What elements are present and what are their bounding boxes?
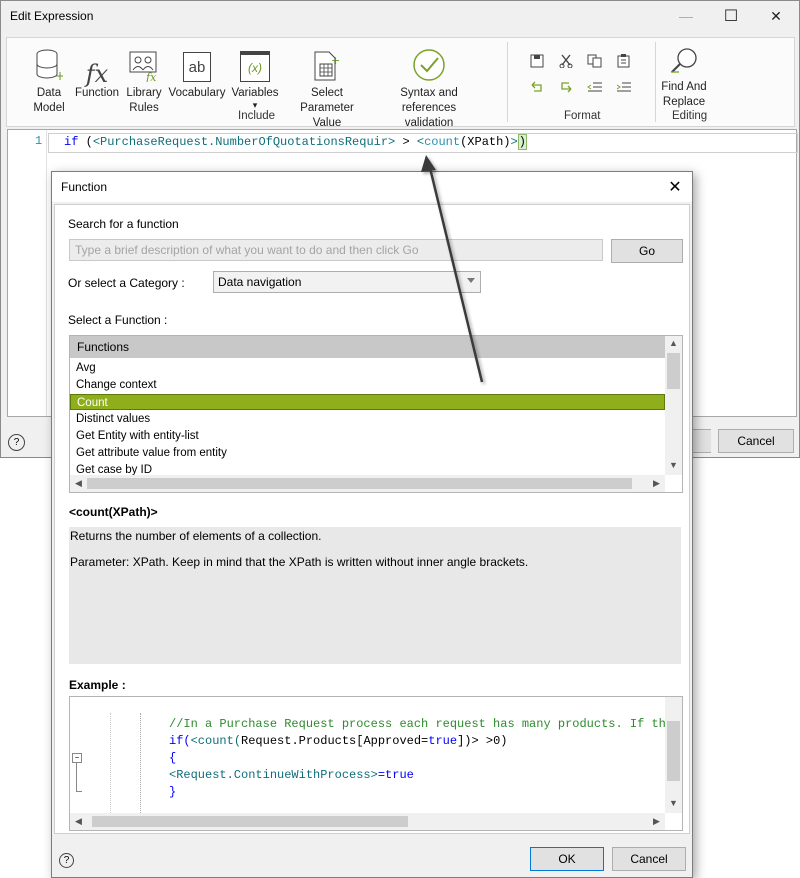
list-item[interactable]: Get Entity with entity-list	[70, 428, 665, 444]
help-icon[interactable]: ?	[59, 853, 74, 868]
dialog-titlebar: Function ✕	[52, 172, 692, 202]
close-icon: ✕	[668, 179, 682, 196]
minimize-icon: —	[679, 8, 693, 24]
vocabulary-button[interactable]: ab Vocabulary	[167, 44, 227, 101]
select-function-label: Select a Function :	[68, 313, 168, 327]
ok-button-hidden[interactable]	[690, 429, 711, 453]
horizontal-scrollbar[interactable]: ◀ ▶	[70, 813, 665, 830]
example-code-box: − //In a Purchase Request process each r…	[69, 696, 683, 831]
svg-text:+: +	[55, 69, 63, 82]
scroll-thumb[interactable]	[667, 353, 680, 389]
cancel-button[interactable]: Cancel	[612, 847, 686, 871]
search-input[interactable]: Type a brief description of what you wan…	[69, 239, 603, 261]
list-item[interactable]: Get attribute value from entity	[70, 445, 665, 461]
go-button[interactable]: Go	[611, 239, 683, 263]
svg-text:fx: fx	[145, 71, 157, 82]
scroll-down-icon[interactable]: ▼	[665, 460, 682, 470]
horizontal-scrollbar[interactable]: ◀ ▶	[70, 475, 665, 492]
scroll-left-icon[interactable]: ◀	[70, 816, 87, 827]
indent-guide	[140, 713, 142, 815]
scroll-thumb[interactable]	[92, 816, 408, 827]
database-icon: +	[35, 44, 63, 82]
dialog-body: Search for a function Type a brief descr…	[54, 204, 690, 834]
ribbon-toolbar: + Data Model fx Function fx Library Rule…	[6, 37, 795, 129]
fx-icon: fx	[85, 60, 109, 88]
group-label-format: Format	[564, 110, 601, 122]
close-button[interactable]: ✕	[753, 1, 799, 31]
list-item[interactable]: Distinct values	[70, 411, 665, 427]
indent-icon[interactable]	[616, 80, 632, 94]
scroll-up-icon[interactable]: ▲	[665, 338, 682, 348]
vertical-scrollbar[interactable]: ▲ ▼	[665, 336, 682, 475]
variables-button[interactable]: (x) Variables ▾	[231, 44, 279, 110]
search-label: Search for a function	[68, 217, 179, 231]
dialog-close-button[interactable]: ✕	[664, 176, 686, 198]
find-replace-button[interactable]: Find And Replace	[657, 44, 711, 110]
scroll-left-icon[interactable]: ◀	[70, 478, 87, 489]
find-replace-icon	[669, 44, 699, 76]
chevron-down-icon	[467, 278, 475, 283]
function-list[interactable]: Functions Avg Change context Count Disti…	[69, 335, 683, 493]
group-label-editing: Editing	[672, 110, 708, 122]
group-label-include: Include	[238, 110, 276, 122]
function-button[interactable]: fx Function	[73, 44, 121, 101]
ribbon-separator	[655, 42, 656, 122]
vocabulary-icon: ab	[183, 44, 211, 82]
function-dialog: Function ✕ Search for a function Type a …	[51, 171, 693, 878]
cut-icon[interactable]	[558, 54, 574, 69]
code-line[interactable]: if (<PurchaseRequest.NumberOfQuotationsR…	[64, 134, 527, 150]
outdent-icon[interactable]	[587, 80, 603, 94]
line-number: 1	[35, 134, 43, 148]
copy-icon[interactable]	[587, 54, 603, 68]
help-icon[interactable]: ?	[8, 434, 25, 451]
ribbon-separator	[507, 42, 508, 122]
scroll-right-icon[interactable]: ▶	[648, 816, 665, 827]
window-title: Edit Expression	[10, 9, 94, 23]
maximize-button[interactable]: ☐	[708, 1, 754, 31]
list-item-selected[interactable]: Count	[70, 394, 665, 410]
vertical-scrollbar[interactable]: ▼	[665, 697, 682, 813]
list-header: Functions	[70, 336, 665, 358]
paste-icon[interactable]	[616, 54, 632, 68]
validation-check-icon	[412, 44, 446, 82]
scroll-down-icon[interactable]: ▼	[665, 798, 682, 808]
dialog-title: Function	[61, 180, 108, 194]
minimize-button[interactable]: —	[663, 1, 709, 31]
collapse-icon[interactable]: −	[72, 753, 82, 763]
maximize-icon: ☐	[723, 8, 739, 25]
select-parameter-button[interactable]: + Select Parameter Value	[283, 44, 371, 131]
library-rules-button[interactable]: fx Library Rules	[125, 44, 163, 116]
list-item[interactable]: Avg	[70, 360, 665, 376]
save-icon[interactable]	[529, 54, 545, 68]
cancel-button[interactable]: Cancel	[718, 429, 794, 453]
indent-guide	[110, 713, 112, 815]
data-model-button[interactable]: + Data Model	[31, 44, 67, 116]
example-label: Example :	[69, 678, 126, 692]
undo-icon[interactable]	[529, 80, 545, 94]
variables-icon: (x)	[240, 44, 270, 82]
list-item[interactable]: Change context	[70, 377, 665, 393]
ok-button[interactable]: OK	[530, 847, 604, 871]
svg-text:+: +	[331, 54, 340, 67]
function-signature: <count(XPath)>	[69, 505, 158, 519]
category-label: Or select a Category :	[68, 276, 185, 290]
function-description: Returns the number of elements of a coll…	[69, 527, 681, 664]
syntax-validation-button[interactable]: Syntax and references validation	[373, 44, 485, 131]
select-parameter-icon: +	[313, 44, 341, 82]
library-rules-icon: fx	[128, 44, 160, 82]
fold-line	[76, 763, 82, 792]
category-select[interactable]: Data navigation	[213, 271, 481, 293]
editor-gutter	[8, 130, 47, 416]
scroll-right-icon[interactable]: ▶	[648, 478, 665, 489]
scroll-thumb[interactable]	[87, 478, 632, 489]
redo-icon[interactable]	[558, 80, 574, 94]
close-icon: ✕	[770, 7, 782, 24]
scroll-thumb[interactable]	[667, 721, 680, 781]
